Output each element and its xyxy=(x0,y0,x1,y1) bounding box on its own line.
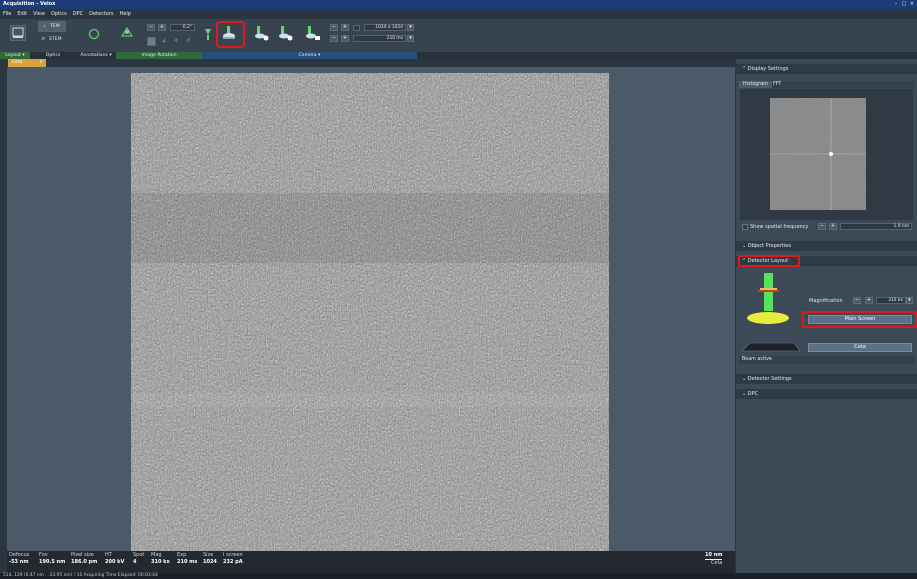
rotation-lock-button[interactable] xyxy=(147,37,156,46)
optics-circle-icon[interactable] xyxy=(87,27,101,41)
rotation-plus-button[interactable]: + xyxy=(158,24,166,31)
fft-image xyxy=(770,98,866,210)
detector-diagram-icon[interactable] xyxy=(742,272,800,328)
exposure-minus-button[interactable]: − xyxy=(330,35,338,42)
status-size: Size 1024 xyxy=(203,552,217,565)
exposure-plus-button[interactable]: + xyxy=(341,35,349,42)
velox-window: Acquisition - Velox – □ × File Edit View Op… xyxy=(0,0,917,579)
frame-size-dropdown[interactable]: ▾ xyxy=(407,24,414,31)
magnification-label: Magnification xyxy=(809,298,843,304)
maximize-icon[interactable]: □ xyxy=(901,1,907,7)
dpc-header[interactable]: ⌄ DPC xyxy=(736,389,917,399)
fft-view[interactable] xyxy=(740,89,913,220)
status-bar: Defocus -53 nm Fov 190.5 nm Pixel size 186.… xyxy=(7,551,735,573)
magnification-plus-button[interactable]: + xyxy=(865,297,873,304)
group-camera[interactable]: Camera ▾ xyxy=(202,52,417,59)
spatial-frequency-checkbox[interactable] xyxy=(742,224,748,230)
layout-button[interactable] xyxy=(10,25,26,41)
magnification-minus-button[interactable]: − xyxy=(853,297,861,304)
layout-icon xyxy=(12,27,24,38)
beam-blank-icon[interactable] xyxy=(203,27,213,41)
magnification-field[interactable]: 310 kx xyxy=(876,297,906,304)
ribbon: ⊥ TEM ≡ STEM − + 0.2° ∡ ∢ ↺ − + 1024 x 1… xyxy=(0,19,917,52)
status-exp: Exp 210 ms xyxy=(177,552,198,565)
exposure-field[interactable]: 210 ms xyxy=(353,35,406,42)
rotate-reset-icon[interactable]: ↺ xyxy=(186,38,190,44)
menu-optics[interactable]: Optics xyxy=(48,9,70,19)
status-fov: Fov 190.5 nm xyxy=(39,552,66,565)
title-bar: Acquisition - Velox – □ × xyxy=(0,0,917,9)
stem-button[interactable]: ≡ STEM xyxy=(38,35,66,46)
rotation-field[interactable]: 0.2° xyxy=(170,24,195,31)
micrograph-image[interactable] xyxy=(131,73,609,551)
rotate-left-icon[interactable]: ∡ xyxy=(162,38,166,44)
display-settings-header[interactable]: ⌃ Display Settings xyxy=(736,64,917,74)
highlight-main-screen xyxy=(802,311,917,328)
status-scalebar: 10 nm Ceta xyxy=(705,552,723,566)
camera-minus-button[interactable]: − xyxy=(330,24,338,31)
spatial-plus-button[interactable]: + xyxy=(829,223,837,230)
tab-fft[interactable]: FFT xyxy=(769,81,785,88)
window-title: Acquisition - Velox xyxy=(3,1,56,7)
spatial-minus-button[interactable]: − xyxy=(818,223,826,230)
menu-view[interactable]: View xyxy=(30,9,48,19)
footer-status: 514, 129 (0.47 nm , -33.95 nm) / 10 Acqu… xyxy=(0,573,917,579)
show-spatial-frequency-label: Show spatial frequency xyxy=(750,224,809,230)
highlight-acquire-button xyxy=(216,21,245,48)
beam-active-indicator: Beam active xyxy=(739,356,914,364)
stem-icon: ≡ xyxy=(41,36,46,42)
menu-bar: File Edit View Optics DPC Detectors Help xyxy=(0,9,917,19)
group-image-rotation: Image Rotation xyxy=(116,52,202,59)
highlight-detector-layout xyxy=(738,255,800,267)
micrograph-noise xyxy=(131,73,609,551)
tem-icon: ⊥ xyxy=(42,23,47,29)
menu-help[interactable]: Help xyxy=(117,9,134,19)
status-defocus: Defocus -53 nm xyxy=(9,552,30,565)
annotation-icon[interactable] xyxy=(119,24,135,40)
menu-file[interactable]: File xyxy=(0,9,14,19)
menu-detectors[interactable]: Detectors xyxy=(86,9,116,19)
status-ht: HT 200 kV xyxy=(105,552,125,565)
acquire-record-icon[interactable] xyxy=(303,25,321,43)
spatial-frequency-field[interactable]: 1.0 nm xyxy=(840,223,912,230)
magnification-dropdown[interactable]: ▾ xyxy=(906,297,913,304)
group-optics: Optics xyxy=(45,53,61,58)
tab-ceta[interactable]: Ceta × xyxy=(8,59,46,67)
status-pixel-size: Pixel size 186.0 pm xyxy=(71,552,98,565)
camera-checkbox[interactable] xyxy=(353,25,360,31)
display-tabs: Histogram FFT xyxy=(739,81,914,88)
right-panel: ⌃ Display Settings Histogram FFT Show sp… xyxy=(736,59,917,573)
tab-ceta-label: Ceta xyxy=(12,60,23,65)
acquire-single-icon[interactable] xyxy=(252,25,270,43)
acquire-series-icon[interactable] xyxy=(276,25,294,43)
tem-button[interactable]: ⊥ TEM xyxy=(38,21,66,32)
group-layout[interactable]: Layout ▾ xyxy=(0,52,30,59)
group-annotations[interactable]: Annotations ▾ xyxy=(76,52,116,59)
stem-label: STEM xyxy=(49,37,62,42)
close-icon[interactable]: × xyxy=(909,1,915,7)
rotate-right-icon[interactable]: ∢ xyxy=(174,38,178,44)
tab-strip xyxy=(0,59,735,67)
ceta-camera-icon xyxy=(742,342,800,352)
ceta-button[interactable]: Ceta xyxy=(808,343,912,352)
minimize-icon[interactable]: – xyxy=(893,1,899,7)
exposure-dropdown[interactable]: ▾ xyxy=(407,35,414,42)
object-properties-header[interactable]: ⌄ Object Properties xyxy=(736,241,917,251)
menu-dpc[interactable]: DPC xyxy=(70,9,86,19)
detector-settings-header[interactable]: ⌄ Detector Settings xyxy=(736,374,917,384)
status-screen-current: I screen 232 pA xyxy=(223,552,243,565)
ribbon-group-labels: Layout ▾ Optics Annotations ▾ Image Rota… xyxy=(0,52,917,59)
camera-plus-button[interactable]: + xyxy=(341,24,349,31)
tab-histogram[interactable]: Histogram xyxy=(739,81,772,88)
menu-edit[interactable]: Edit xyxy=(14,9,30,19)
tem-label: TEM xyxy=(50,24,60,29)
status-mag: Mag 310 kx xyxy=(151,552,170,565)
status-spot: Spot 4 xyxy=(133,552,145,565)
tab-close-icon[interactable]: × xyxy=(39,59,43,67)
frame-size-field[interactable]: 1024 x 1024 xyxy=(364,24,406,31)
rotation-minus-button[interactable]: − xyxy=(147,24,155,31)
